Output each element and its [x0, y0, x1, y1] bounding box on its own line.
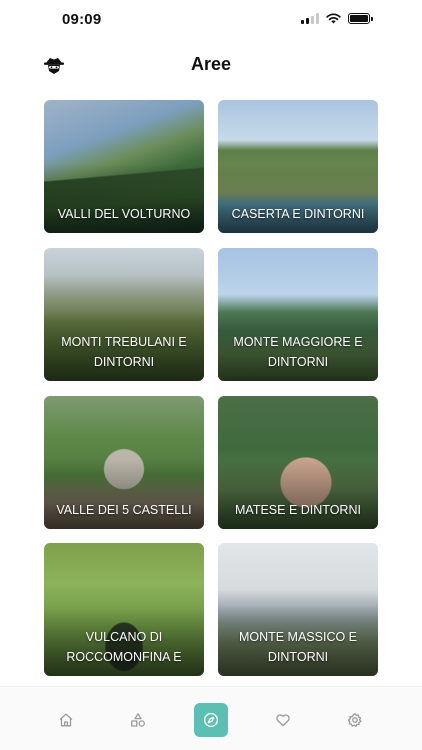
tab-explore[interactable] — [194, 703, 228, 737]
tab-categories[interactable] — [121, 703, 155, 737]
area-card-label: VULCANO DI ROCCOMONFINA E — [66, 630, 182, 664]
bottom-tab-bar — [0, 686, 422, 750]
area-card-label: MONTE MASSICO E DINTORNI — [238, 630, 358, 664]
area-card-valli-del-volturno[interactable]: VALLI DEL VOLTURNO — [44, 100, 204, 233]
area-card-label: MONTI TREBULANI E DINTORNI — [61, 335, 187, 369]
tab-favorites[interactable] — [266, 703, 300, 737]
area-card-label: MATESE E DINTORNI — [235, 503, 361, 517]
area-card-monte-maggiore[interactable]: MONTE MAGGIORE E DINTORNI — [218, 248, 378, 381]
area-card-monti-trebulani[interactable]: MONTI TREBULANI E DINTORNI — [44, 248, 204, 381]
area-card-label: MONTE MAGGIORE E DINTORNI — [233, 335, 363, 369]
area-card-caserta[interactable]: CASERTA E DINTORNI — [218, 100, 378, 233]
area-card-monte-massico[interactable]: MONTE MASSICO E DINTORNI — [218, 543, 378, 676]
battery-icon — [348, 13, 373, 24]
area-card-label: VALLI DEL VOLTURNO — [57, 207, 191, 221]
cellular-signal-icon — [301, 13, 319, 24]
status-bar: 09:09 — [0, 0, 422, 40]
area-card-valle-dei-5-castelli[interactable]: VALLE DEI 5 CASTELLI — [44, 396, 204, 529]
area-card-vulcano-di-roccomonfina[interactable]: VULCANO DI ROCCOMONFINA E — [44, 543, 204, 676]
home-icon — [59, 713, 73, 727]
gear-icon — [347, 712, 362, 727]
heart-icon — [276, 714, 290, 727]
status-icons — [301, 13, 373, 24]
header: Aree — [0, 46, 422, 86]
area-card-label: VALLE DEI 5 CASTELLI — [56, 503, 192, 517]
status-time: 09:09 — [62, 11, 102, 28]
compass-icon — [203, 712, 219, 728]
area-card-label: CASERTA E DINTORNI — [231, 207, 365, 221]
area-card-matese[interactable]: MATESE E DINTORNI — [218, 396, 378, 529]
shapes-icon — [131, 713, 145, 727]
tab-home[interactable] — [49, 703, 83, 737]
wifi-icon — [326, 13, 341, 24]
page-title: Aree — [190, 54, 232, 74]
tab-settings[interactable] — [338, 703, 372, 737]
